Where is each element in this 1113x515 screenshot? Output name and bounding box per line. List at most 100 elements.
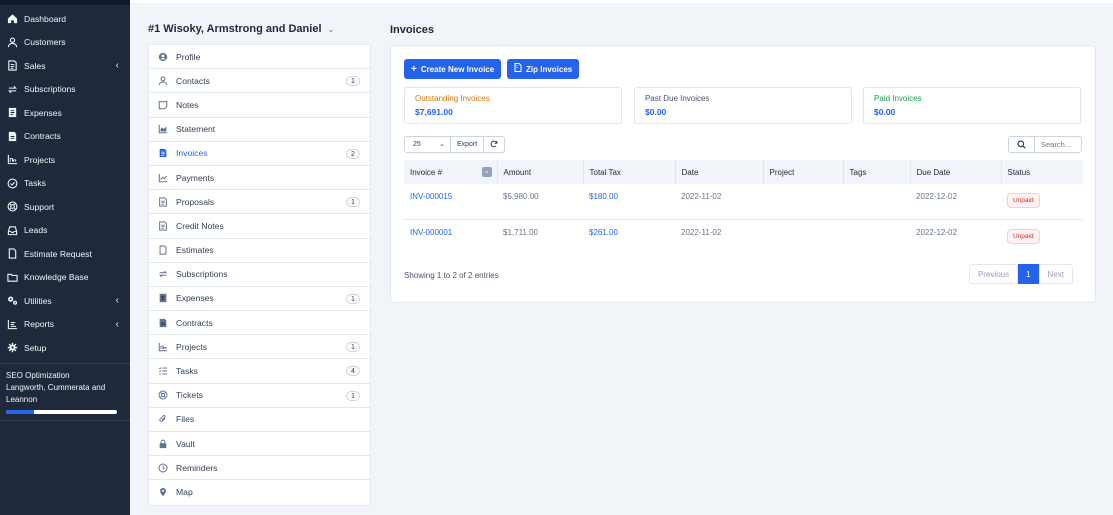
search-input[interactable] — [1035, 136, 1082, 153]
stat-card[interactable]: Outstanding Invoices $7,691.00 — [404, 87, 622, 124]
customer-menu-profile[interactable]: Profile — [149, 45, 370, 70]
sidebar-item-contracts[interactable]: Contracts — [0, 125, 130, 149]
sidebar-item-label: Contracts — [24, 131, 61, 142]
customer-menu-tasks[interactable]: Tasks 4 — [149, 359, 370, 384]
sidebar-item-label: Customers — [24, 37, 66, 48]
cell-due: 2022-12-02 — [916, 227, 957, 237]
customer-menu-credit-notes[interactable]: Credit Notes — [149, 214, 370, 239]
column-header[interactable]: Due Date — [910, 160, 1002, 184]
customer-menu-label: Expenses — [176, 293, 214, 304]
sidebar-item-sales[interactable]: Sales ‹ — [0, 54, 130, 78]
customer-menu-map[interactable]: Map — [149, 480, 370, 504]
sidebar-item-label: Utilities — [24, 295, 52, 306]
invoice-number-link[interactable]: INV-000001 — [404, 219, 497, 254]
column-header[interactable]: Date — [675, 160, 764, 184]
search-icon[interactable] — [1008, 136, 1035, 153]
pagination-previous[interactable]: Previous — [968, 264, 1019, 284]
export-button[interactable]: Export — [451, 136, 485, 153]
sidebar-divider — [0, 419, 130, 421]
customer-menu-contracts[interactable]: Contracts — [149, 311, 370, 336]
customer-menu-files[interactable]: Files — [149, 408, 370, 432]
customer-menu-label: Tickets — [176, 390, 203, 401]
sidebar-item-tasks[interactable]: Tasks — [0, 172, 130, 196]
cell-due: 2022-12-02 — [910, 184, 1001, 220]
zip-invoices-button[interactable]: Zip Invoices — [507, 59, 580, 79]
column-header[interactable]: Amount — [497, 160, 584, 184]
customer-menu-statement[interactable]: Statement — [149, 118, 370, 142]
table-tools: 25 ⌄ Export — [404, 136, 506, 153]
sidebar-item-label: Support — [24, 201, 55, 212]
customer-menu-invoices[interactable]: Invoices 2 — [149, 142, 370, 166]
customer-menu-expenses[interactable]: Expenses 1 — [149, 287, 370, 312]
pagination-current-page[interactable]: 1 — [1018, 264, 1039, 284]
sidebar-item-leads[interactable]: Leads — [0, 219, 130, 243]
column-header[interactable]: Tags — [843, 160, 911, 184]
sidebar-item-customers[interactable]: Customers — [0, 31, 130, 55]
column-header[interactable]: Total Tax — [583, 160, 676, 184]
check-circle-icon — [6, 177, 18, 189]
customer-menu-contacts[interactable]: Contacts 1 — [149, 69, 370, 94]
customer-menu-tickets[interactable]: Tickets 1 — [149, 384, 370, 408]
count-badge: 1 — [346, 76, 360, 87]
sidebar-item-reports[interactable]: Reports ‹ — [0, 313, 130, 337]
customer-title[interactable]: #1 Wisoky, Armstrong and Daniel ⌄ — [148, 23, 334, 35]
sidebar-item-label: Knowledge Base — [24, 272, 89, 283]
sidebar-item-dashboard[interactable]: Dashboard — [0, 7, 130, 31]
reload-button[interactable] — [484, 136, 506, 153]
refresh-icon — [490, 140, 498, 150]
customer-menu-projects[interactable]: Projects 1 — [149, 335, 370, 360]
customer-menu-payments[interactable]: Payments — [149, 166, 370, 191]
invoice-icon — [157, 148, 168, 159]
sidebar-item-label: Subscriptions — [24, 84, 76, 95]
cell-amount: $1,711.00 — [503, 227, 538, 237]
customer-menu-estimates[interactable]: Estimates — [149, 239, 370, 263]
customer-menu-label: Files — [176, 414, 195, 425]
chart-icon — [157, 341, 168, 352]
sidebar-project-widget[interactable]: SEO Optimization Langworth, Cummerata an… — [0, 364, 130, 420]
note-icon — [157, 99, 168, 110]
sidebar-item-support[interactable]: Support — [0, 195, 130, 219]
column-header-label: Total Tax — [589, 167, 621, 177]
cell-date: 2022-11-02 — [681, 227, 722, 237]
invoice-number-link[interactable]: INV-000015 — [404, 184, 497, 220]
count-badge: 1 — [346, 197, 360, 208]
contract-icon — [6, 130, 18, 142]
project-progress-fill — [6, 409, 34, 414]
sidebar-item-setup[interactable]: Setup — [0, 336, 130, 360]
customer-title-text: #1 Wisoky, Armstrong and Daniel — [148, 23, 322, 35]
create-invoice-button[interactable]: + Create New Invoice — [404, 59, 502, 79]
customer-menu-proposals[interactable]: Proposals 1 — [149, 190, 370, 215]
column-header[interactable]: Status — [1001, 160, 1083, 184]
page-length-value: 25 — [413, 141, 421, 148]
sidebar-item-knowledge-base[interactable]: Knowledge Base — [0, 266, 130, 290]
customer-menu-subscriptions[interactable]: Subscriptions — [149, 263, 370, 287]
stat-card[interactable]: Past Due Invoices $0.00 — [634, 87, 852, 124]
lifebuoy-icon — [6, 201, 18, 213]
sidebar-item-subscriptions[interactable]: Subscriptions — [0, 78, 130, 102]
sidebar-item-estimate-request[interactable]: Estimate Request — [0, 242, 130, 266]
sidebar-item-utilities[interactable]: Utilities ‹ — [0, 289, 130, 313]
pagination-next[interactable]: Next — [1038, 264, 1073, 284]
cell-amount: $5,980.00 — [497, 184, 583, 220]
customer-menu-label: Subscriptions — [176, 269, 228, 280]
sort-icon[interactable]: ⌄ — [481, 167, 492, 177]
customer-menu-reminders[interactable]: Reminders — [149, 456, 370, 481]
list-icon — [157, 366, 168, 377]
stat-label: Paid Invoices — [874, 94, 922, 103]
page-length-select[interactable]: 25 ⌄ — [404, 136, 451, 153]
document-icon — [157, 196, 168, 207]
customer-menu-notes[interactable]: Notes — [149, 93, 370, 118]
document-icon — [157, 220, 168, 231]
column-header[interactable]: Project — [763, 160, 844, 184]
stat-card[interactable]: Paid Invoices $0.00 — [863, 87, 1081, 124]
sidebar-item-expenses[interactable]: Expenses — [0, 101, 130, 125]
sidebar-item-projects[interactable]: Projects — [0, 148, 130, 172]
customer-menu-label: Tasks — [176, 366, 198, 377]
customer-menu-vault[interactable]: Vault — [149, 432, 370, 457]
cell-tags — [843, 184, 910, 220]
column-header[interactable]: Invoice # ⌄ — [404, 160, 498, 184]
table-row: INV-000001 $1,711.00 $261.00 2022-11-02 2022… — [404, 219, 1083, 254]
column-header-label: Tags — [849, 167, 867, 177]
stat-value: $0.00 — [645, 107, 667, 117]
pagination: Previous 1 Next — [968, 264, 1073, 284]
